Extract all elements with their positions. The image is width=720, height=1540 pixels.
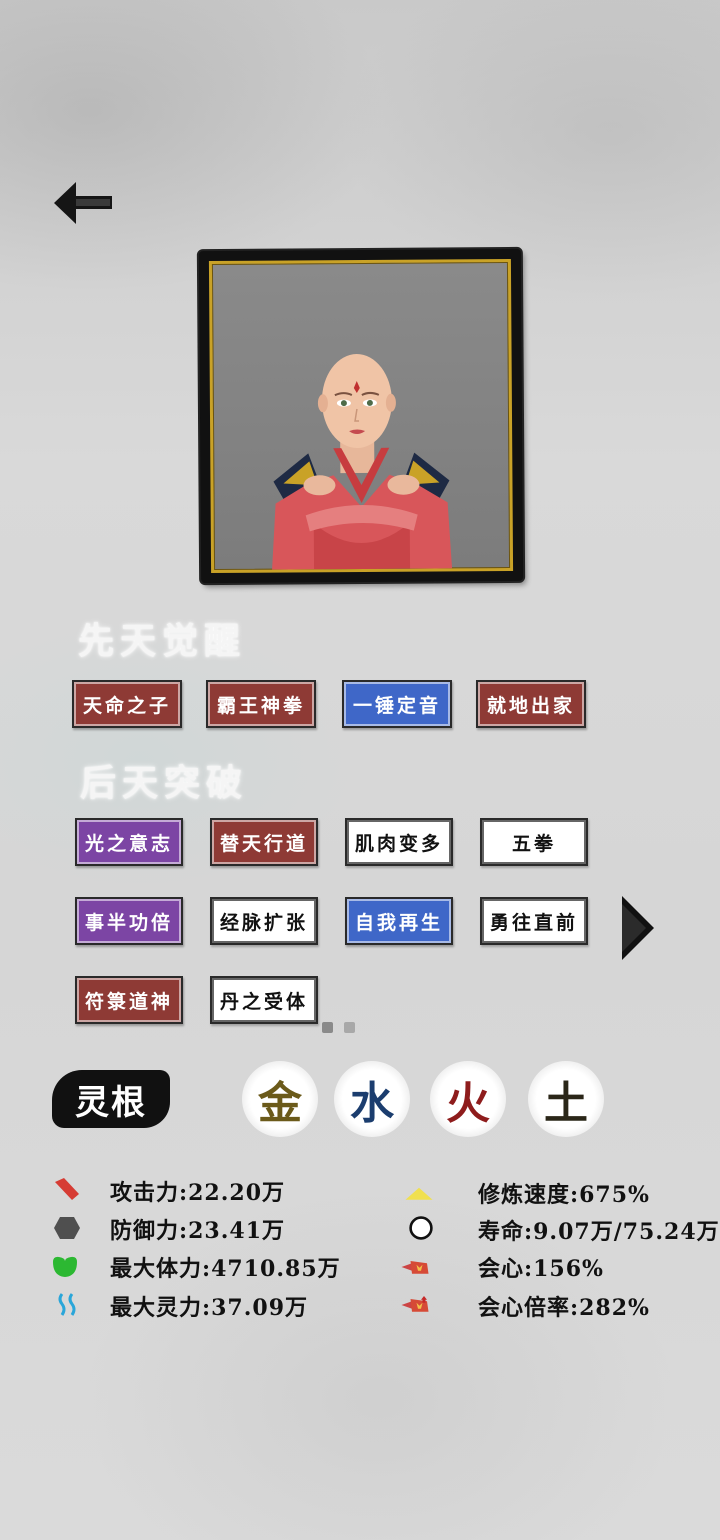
innate-awakening-title: 先天觉醒 [78, 620, 247, 662]
element-fire-char: 火 [446, 1078, 490, 1129]
character-portrait-frame [198, 248, 524, 584]
breakthrough-trait-tag[interactable]: 勇往直前 [480, 897, 588, 945]
cultivation-speed-icon [405, 1187, 433, 1200]
element-metal-icon: 金 [242, 1061, 318, 1137]
breakthrough-trait-tag[interactable]: 光之意志 [75, 818, 183, 866]
breakthrough-trait-tag[interactable]: 五拳 [480, 818, 588, 866]
character-portrait [208, 258, 514, 574]
breakthrough-trait-tag[interactable]: 自我再生 [345, 897, 453, 945]
crit-multiplier-stat: 会心倍率:282% [478, 1295, 650, 1321]
acquired-breakthrough-title: 后天突破 [80, 762, 249, 804]
lifespan-stat: 寿命:9.07万/75.24万 [478, 1219, 720, 1245]
crit-multiplier-icon [401, 1296, 429, 1312]
innate-trait-tag[interactable]: 一锤定音 [342, 680, 452, 728]
element-earth-char: 土 [544, 1078, 588, 1129]
breakthrough-trait-tag[interactable]: 符箓道神 [75, 976, 183, 1024]
breakthrough-trait-tag[interactable]: 事半功倍 [75, 897, 183, 945]
lifespan-icon [409, 1216, 433, 1240]
back-arrow-icon[interactable] [52, 178, 114, 228]
defense-icon [54, 1217, 80, 1239]
innate-trait-tag[interactable]: 就地出家 [476, 680, 586, 728]
crit-stat: 会心:156% [478, 1256, 604, 1282]
hp-icon [53, 1256, 77, 1277]
element-fire-icon: 火 [430, 1061, 506, 1137]
crit-icon [401, 1261, 429, 1274]
max-hp-stat: 最大体力:4710.85万 [110, 1256, 341, 1282]
next-page-arrow-icon[interactable] [620, 894, 656, 962]
breakthrough-trait-tag[interactable]: 经脉扩张 [210, 897, 318, 945]
breakthrough-trait-tag[interactable]: 肌肉变多 [345, 818, 453, 866]
innate-trait-tag[interactable]: 霸王神拳 [206, 680, 316, 728]
page-indicator-dot [322, 1022, 333, 1033]
element-water-char: 水 [350, 1078, 394, 1129]
spirit-icon [58, 1293, 76, 1316]
breakthrough-trait-tag[interactable]: 丹之受体 [210, 976, 318, 1024]
character-avatar [272, 354, 453, 570]
breakthrough-trait-tag[interactable]: 替天行道 [210, 818, 318, 866]
max-spirit-stat: 最大灵力:37.09万 [110, 1295, 309, 1321]
defense-stat: 防御力:23.41万 [110, 1218, 286, 1244]
page-indicator-dot [344, 1022, 355, 1033]
element-water-icon: 水 [334, 1061, 410, 1137]
spirit-root-label: 灵根 [52, 1070, 170, 1128]
attack-stat: 攻击力:22.20万 [110, 1180, 286, 1206]
attack-icon [55, 1178, 79, 1200]
innate-trait-tag[interactable]: 天命之子 [72, 680, 182, 728]
element-earth-icon: 土 [528, 1061, 604, 1137]
element-metal-char: 金 [258, 1078, 302, 1129]
cultivation-speed-stat: 修炼速度:675% [478, 1182, 650, 1208]
